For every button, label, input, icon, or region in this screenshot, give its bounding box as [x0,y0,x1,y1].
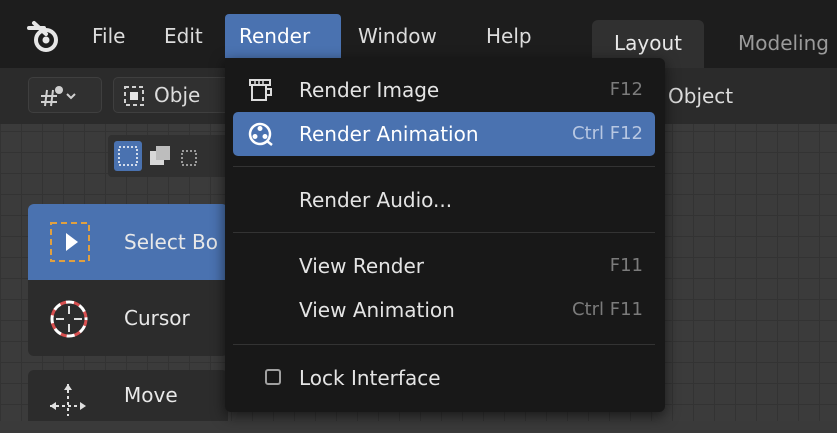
object-mode-icon [124,86,144,106]
view-render-label: View Render [299,254,425,278]
lock-interface-label: Lock Interface [299,366,441,390]
cursor-icon [50,300,88,338]
tab-modeling[interactable]: Modeling [716,20,837,68]
menu-item-view-animation[interactable]: View Animation Ctrl F11 [233,288,655,332]
render-animation-label: Render Animation [299,122,479,146]
view-animation-shortcut: Ctrl F11 [571,299,643,320]
transform-orientation-button[interactable] [28,77,102,113]
render-animation-icon [248,122,273,146]
move-icon [50,384,86,416]
select-subtract-icon [181,150,197,166]
tool-cursor[interactable]: Cursor [28,280,228,356]
select-extend-icon [150,146,170,165]
select-new-icon [118,146,138,166]
render-animation-shortcut: Ctrl F12 [571,123,643,144]
lock-interface-checkbox[interactable] [265,369,281,385]
object-menu-label[interactable]: Object [668,84,733,108]
menu-item-render-animation[interactable]: Render Animation Ctrl F12 [233,112,655,156]
tool-label-select-box: Select Bo [124,230,219,254]
menu-divider [233,232,655,233]
render-menu-dropdown: Render Image F12 Render Animation Ctrl F… [225,58,665,412]
menu-divider [233,166,655,167]
select-box-icon [50,222,90,262]
object-mode-dropdown[interactable]: Obje [113,77,243,113]
blender-logo-icon[interactable] [26,20,60,54]
view-render-shortcut: F11 [609,255,643,276]
menu-file[interactable]: File [78,14,139,58]
menu-divider [233,344,655,345]
select-new-button[interactable] [114,141,142,171]
tool-move[interactable]: Move [28,370,228,421]
object-mode-label: Obje [154,83,201,107]
menu-window[interactable]: Window [344,14,451,58]
menu-help[interactable]: Help [472,14,546,58]
tool-label-cursor: Cursor [124,306,190,330]
render-image-label: Render Image [299,78,440,102]
render-image-shortcut: F12 [609,79,643,100]
orientation-gizmo-icon [41,86,76,107]
select-subtract-button[interactable] [178,141,206,171]
menu-edit[interactable]: Edit [150,14,217,58]
menu-item-render-image[interactable]: Render Image F12 [233,68,655,112]
render-image-icon [249,79,272,101]
tool-label-move: Move [124,383,178,407]
menu-item-lock-interface[interactable]: Lock Interface [233,356,655,400]
menu-item-view-render[interactable]: View Render F11 [233,244,655,288]
menu-render[interactable]: Render [225,14,341,58]
render-audio-label: Render Audio... [299,188,453,212]
tool-select-box[interactable]: Select Bo [28,204,228,280]
view-animation-label: View Animation [299,298,455,322]
menu-item-render-audio[interactable]: Render Audio... [233,178,655,222]
select-extend-button[interactable] [146,141,174,171]
selection-mode-group [108,135,228,177]
